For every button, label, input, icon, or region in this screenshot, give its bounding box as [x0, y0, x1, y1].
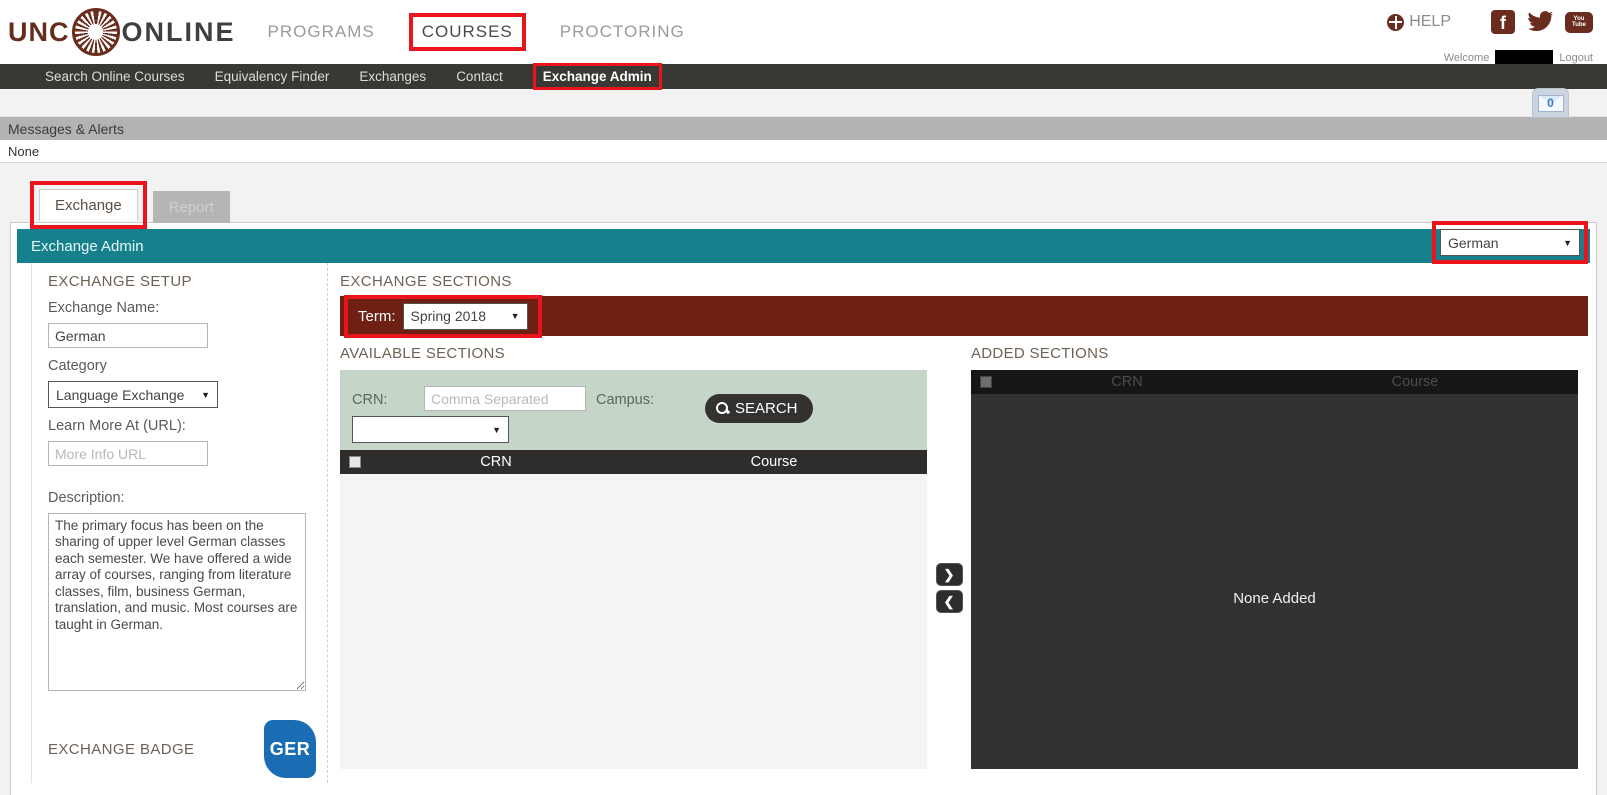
available-table-body — [340, 474, 927, 769]
subnav-exchanges[interactable]: Exchanges — [359, 69, 426, 84]
added-sections-block: ADDED SECTIONS CRN Course None Added — [971, 345, 1578, 769]
select-all-checkbox[interactable] — [349, 456, 361, 468]
logo-online-text: ONLINE — [122, 17, 236, 48]
welcome-label: Welcome — [1444, 52, 1490, 64]
exchange-badge-row: EXCHANGE BADGE GER — [48, 720, 316, 778]
annotation-box-courses: COURSES — [409, 13, 526, 51]
search-icon — [716, 402, 729, 415]
tab-report[interactable]: Report — [153, 191, 230, 223]
chevron-down-icon: ▼ — [1563, 238, 1572, 248]
exchange-badge-label: EXCHANGE BADGE — [48, 741, 194, 758]
header-strip: 0 — [0, 89, 1607, 117]
messages-alerts-title: Messages & Alerts — [8, 121, 124, 137]
category-select-value: Language Exchange — [56, 387, 184, 403]
chevron-down-icon: ▼ — [201, 390, 210, 400]
exchange-badge-image: GER — [264, 720, 316, 778]
added-sections-panel: CRN Course None Added — [971, 370, 1578, 769]
chevron-down-icon: ▼ — [511, 311, 520, 321]
chevron-right-icon: ❯ — [944, 567, 955, 583]
term-select-value: Spring 2018 — [411, 308, 487, 324]
header-right: HELP f YouTube — [1387, 10, 1593, 34]
exchange-setup-heading: EXCHANGE SETUP — [48, 273, 323, 290]
added-empty-text: None Added — [971, 590, 1578, 607]
term-bar: Term: Spring 2018 ▼ — [340, 296, 1588, 336]
exchange-admin-title-bar: Exchange Admin German ▼ — [17, 229, 1590, 263]
chevron-left-icon: ❮ — [944, 594, 955, 610]
annotation-box-exchange-select: German ▼ — [1432, 221, 1588, 264]
youtube-icon[interactable]: YouTube — [1565, 12, 1593, 33]
exchange-admin-title: Exchange Admin — [31, 238, 144, 255]
facebook-icon[interactable]: f — [1491, 10, 1515, 34]
available-sections-heading: AVAILABLE SECTIONS — [340, 345, 927, 362]
help-icon — [1387, 14, 1404, 31]
annotation-box-term-select: Term: Spring 2018 ▼ — [344, 295, 542, 338]
twitter-icon[interactable] — [1527, 11, 1553, 33]
nav-courses[interactable]: COURSES — [422, 22, 513, 42]
messages-envelope-tab[interactable]: 0 — [1532, 88, 1569, 118]
added-col-course: Course — [1252, 374, 1578, 390]
exchange-name-input[interactable] — [48, 323, 208, 348]
unc-online-logo: UNC ONLINE — [8, 8, 236, 56]
available-table-header: CRN Course — [340, 450, 927, 474]
exchange-name-label: Exchange Name: — [48, 300, 323, 316]
logo-unc-text: UNC — [8, 17, 70, 48]
exchange-select[interactable]: German ▼ — [1440, 229, 1580, 256]
added-table-header: CRN Course — [971, 370, 1578, 394]
subnav-equivalency-finder[interactable]: Equivalency Finder — [215, 69, 330, 84]
move-buttons-column: ❯ ❮ — [927, 345, 971, 769]
message-count-badge: 0 — [1547, 96, 1554, 110]
exchange-sections-panel: EXCHANGE SECTIONS Term: Spring 2018 ▼ AV… — [327, 263, 1590, 783]
campus-label: Campus: — [596, 392, 654, 408]
tab-exchange[interactable]: Exchange — [39, 189, 138, 221]
move-right-button[interactable]: ❯ — [936, 563, 963, 586]
chevron-down-icon: ▼ — [492, 425, 501, 435]
sunburst-logo-icon — [72, 8, 120, 56]
subnav-contact[interactable]: Contact — [456, 69, 503, 84]
added-col-crn: CRN — [1002, 374, 1252, 390]
crn-label: CRN: — [352, 392, 387, 408]
added-sections-heading: ADDED SECTIONS — [971, 345, 1578, 362]
main-nav: PROGRAMS COURSES PROCTORING — [268, 13, 685, 51]
nav-programs[interactable]: PROGRAMS — [268, 22, 375, 42]
learn-more-url-input[interactable] — [48, 441, 208, 466]
annotation-box-exchange-tab: Exchange — [30, 181, 147, 229]
category-select[interactable]: Language Exchange ▼ — [48, 381, 218, 408]
campus-select[interactable]: ▼ — [352, 416, 509, 443]
term-label: Term: — [358, 308, 396, 325]
annotation-box-exchange-admin: Exchange Admin — [533, 63, 662, 90]
move-left-button[interactable]: ❮ — [936, 590, 963, 613]
description-label: Description: — [48, 490, 323, 506]
added-select-all-checkbox[interactable] — [980, 376, 992, 388]
logout-link[interactable]: Logout — [1559, 52, 1593, 64]
category-label: Category — [48, 358, 323, 374]
search-button-label: SEARCH — [735, 400, 798, 417]
exchange-sections-heading: EXCHANGE SECTIONS — [340, 273, 1588, 290]
section-search-panel: CRN: Campus: SEARCH ▼ — [340, 370, 927, 450]
exchange-report-tabs: Exchange Report — [30, 185, 1607, 223]
exchange-select-value: German — [1448, 235, 1499, 251]
help-label: HELP — [1409, 13, 1451, 31]
crn-input[interactable] — [424, 386, 586, 411]
exchange-admin-card: Exchange Admin German ▼ EXCHANGE SETUP E… — [10, 222, 1597, 795]
messages-body-row: None — [0, 140, 1607, 163]
messages-body-text: None — [8, 144, 39, 159]
term-select[interactable]: Spring 2018 ▼ — [403, 303, 528, 330]
search-button[interactable]: SEARCH — [705, 394, 813, 423]
available-col-course: Course — [621, 454, 927, 470]
learn-more-url-label: Learn More At (URL): — [48, 418, 323, 434]
social-icons: f YouTube — [1491, 10, 1593, 34]
messages-alerts-bar: Messages & Alerts — [0, 117, 1607, 140]
courses-subnav: Search Online Courses Equivalency Finder… — [0, 64, 1607, 89]
subnav-exchange-admin[interactable]: Exchange Admin — [543, 69, 652, 84]
top-header: UNC ONLINE PROGRAMS COURSES PROCTORING H… — [0, 0, 1607, 64]
exchange-setup-panel: EXCHANGE SETUP Exchange Name: Category L… — [31, 263, 323, 783]
help-link[interactable]: HELP — [1387, 13, 1451, 31]
nav-proctoring[interactable]: PROCTORING — [560, 22, 685, 42]
available-sections-block: AVAILABLE SECTIONS CRN: Campus: SEARCH ▼ — [340, 345, 927, 769]
available-col-crn: CRN — [371, 454, 621, 470]
subnav-search-online-courses[interactable]: Search Online Courses — [45, 69, 185, 84]
description-textarea[interactable]: The primary focus has been on the sharin… — [48, 513, 306, 691]
